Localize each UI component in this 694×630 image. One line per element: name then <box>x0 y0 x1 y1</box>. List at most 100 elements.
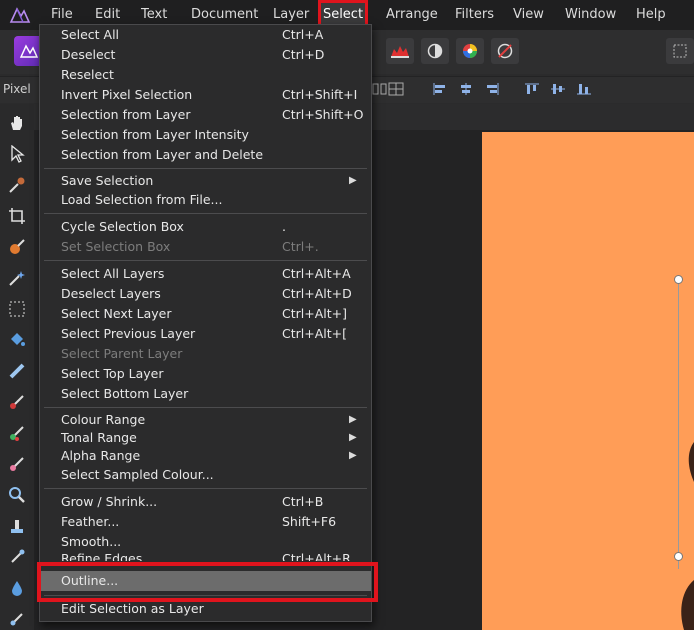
menu-item-select-parent-layer: Select Parent Layer <box>40 344 371 364</box>
menu-item-label: Select All <box>61 27 120 42</box>
grid-icon[interactable] <box>388 82 404 96</box>
align-right-icon[interactable] <box>484 82 500 96</box>
menu-item-label: Select Bottom Layer <box>61 386 189 401</box>
gradient-icon[interactable] <box>6 360 28 382</box>
contrast-icon[interactable] <box>421 38 449 64</box>
color-replace-icon[interactable] <box>6 422 28 444</box>
menu-item-selection-from-layer-intensity[interactable]: Selection from Layer Intensity <box>40 125 371 145</box>
erase-brush-icon[interactable] <box>6 453 28 475</box>
selection-handle[interactable] <box>674 275 683 284</box>
menu-item-alpha-range[interactable]: Alpha Range ▶ <box>40 446 371 466</box>
zoom-icon[interactable] <box>6 484 28 506</box>
menu-item-feather[interactable]: Feather... Shift+F6 <box>40 512 371 532</box>
magic-wand-icon[interactable] <box>6 267 28 289</box>
menu-item-select-next-layer[interactable]: Select Next Layer Ctrl+Alt+] <box>40 304 371 324</box>
move-icon[interactable] <box>6 143 28 165</box>
marquee-icon[interactable] <box>6 298 28 320</box>
menu-filters[interactable]: Filters <box>455 0 494 30</box>
menu-item-label: Cycle Selection Box <box>61 219 184 234</box>
menu-arrange[interactable]: Arrange <box>386 0 438 30</box>
menu-item-shortcut: . <box>282 219 286 234</box>
menu-item-shortcut: Ctrl+A <box>282 27 324 42</box>
menu-item-label: Invert Pixel Selection <box>61 87 193 102</box>
white-balance-icon[interactable] <box>491 38 519 64</box>
menu-item-label: Select All Layers <box>61 266 165 281</box>
menu-item-reselect[interactable]: Reselect <box>40 65 371 85</box>
image-subject <box>688 442 694 482</box>
menu-item-edit-selection-as-layer[interactable]: Edit Selection as Layer <box>40 599 371 619</box>
menu-item-set-selection-box: Set Selection Box Ctrl+. <box>40 237 371 257</box>
menu-item-selection-from-layer[interactable]: Selection from Layer Ctrl+Shift+O <box>40 105 371 125</box>
clone-icon[interactable] <box>6 515 28 537</box>
menu-item-colour-range[interactable]: Colour Range ▶ <box>40 410 371 430</box>
menu-item-label: Reselect <box>61 67 114 82</box>
menu-item-shortcut: Ctrl+. <box>282 239 319 254</box>
distribute-icon[interactable] <box>372 82 388 96</box>
levels-icon[interactable] <box>386 38 414 64</box>
blur-icon[interactable] <box>6 577 28 599</box>
align-left-icon[interactable] <box>432 82 448 96</box>
menu-item-select-previous-layer[interactable]: Select Previous Layer Ctrl+Alt+[ <box>40 324 371 344</box>
menu-item-select-top-layer[interactable]: Select Top Layer <box>40 364 371 384</box>
menu-item-shortcut: Ctrl+B <box>282 494 324 509</box>
smudge-icon[interactable] <box>6 546 28 568</box>
canvas[interactable] <box>482 132 694 630</box>
menu-item-select-bottom-layer[interactable]: Select Bottom Layer <box>40 384 371 404</box>
menu-item-deselect-layers[interactable]: Deselect Layers Ctrl+Alt+D <box>40 284 371 304</box>
color-wheel-icon[interactable] <box>456 38 484 64</box>
menu-item-select-all-layers[interactable]: Select All Layers Ctrl+Alt+A <box>40 264 371 284</box>
menu-item-label: Select Previous Layer <box>61 326 196 341</box>
tools-panel <box>0 104 34 630</box>
menu-separator <box>44 168 367 169</box>
color-picker-icon[interactable] <box>6 174 28 196</box>
context-label: Pixel <box>3 82 31 96</box>
submenu-arrow-icon: ▶ <box>349 450 357 461</box>
menu-item-label: Deselect <box>61 47 116 62</box>
menu-item-shortcut: Ctrl+Shift+O <box>282 107 364 122</box>
menu-item-selection-from-layer-and-delete[interactable]: Selection from Layer and Delete <box>40 145 371 165</box>
menu-item-cycle-selection-box[interactable]: Cycle Selection Box. <box>40 217 371 237</box>
menu-item-load-selection-from-file[interactable]: Load Selection from File... <box>40 190 371 210</box>
crop-icon[interactable] <box>6 205 28 227</box>
select-menu-dropdown: Select All Ctrl+A Deselect Ctrl+D Reselect… <box>39 24 372 622</box>
menu-item-label: Refine Edges... <box>61 551 155 561</box>
menu-item-shortcut: Ctrl+Alt+R <box>282 551 351 561</box>
menu-window[interactable]: Window <box>565 0 616 30</box>
align-bottom-icon[interactable] <box>576 82 592 96</box>
dodge-icon[interactable] <box>6 608 28 630</box>
align-middle-icon[interactable] <box>550 82 566 96</box>
menu-item-label: Tonal Range <box>61 430 137 445</box>
menu-item-label: Load Selection from File... <box>61 192 223 207</box>
submenu-arrow-icon: ▶ <box>349 175 357 186</box>
menu-item-save-selection[interactable]: Save Selection ▶ <box>40 171 371 191</box>
menu-item-deselect[interactable]: Deselect Ctrl+D <box>40 45 371 65</box>
menu-view[interactable]: View <box>513 0 544 30</box>
app-logo-icon <box>0 0 40 30</box>
menu-item-shortcut: Ctrl+Alt+D <box>282 286 352 301</box>
menu-help[interactable]: Help <box>636 0 666 30</box>
align-center-icon[interactable] <box>458 82 474 96</box>
menu-separator <box>44 213 367 214</box>
menu-item-shortcut: Ctrl+D <box>282 47 325 62</box>
menu-item-label: Selection from Layer Intensity <box>61 127 249 142</box>
menu-item-select-sampled-colour[interactable]: Select Sampled Colour... <box>40 465 371 485</box>
toggle-panel-icon[interactable] <box>666 38 694 64</box>
menu-item-label: Colour Range <box>61 412 146 427</box>
menu-separator <box>44 407 367 408</box>
selection-edge <box>678 279 679 569</box>
menu-item-grow-shrink[interactable]: Grow / Shrink... Ctrl+B <box>40 492 371 512</box>
menu-item-shortcut: Ctrl+Alt+[ <box>282 326 347 341</box>
menu-item-invert-pixel-selection[interactable]: Invert Pixel Selection Ctrl+Shift+I <box>40 85 371 105</box>
menu-item-tonal-range[interactable]: Tonal Range ▶ <box>40 428 371 448</box>
menu-item-select-all[interactable]: Select All Ctrl+A <box>40 25 371 45</box>
menu-item-refine-edges[interactable]: Refine Edges... Ctrl+Alt+R <box>40 549 371 561</box>
selection-brush-icon[interactable] <box>6 236 28 258</box>
menu-separator <box>44 260 367 261</box>
hand-icon[interactable] <box>6 112 28 134</box>
align-top-icon[interactable] <box>524 82 540 96</box>
menu-item-label: Feather... <box>61 514 120 529</box>
selection-handle[interactable] <box>674 552 683 561</box>
paint-brush-icon[interactable] <box>6 391 28 413</box>
flood-fill-icon[interactable] <box>6 329 28 351</box>
submenu-arrow-icon: ▶ <box>349 414 357 425</box>
